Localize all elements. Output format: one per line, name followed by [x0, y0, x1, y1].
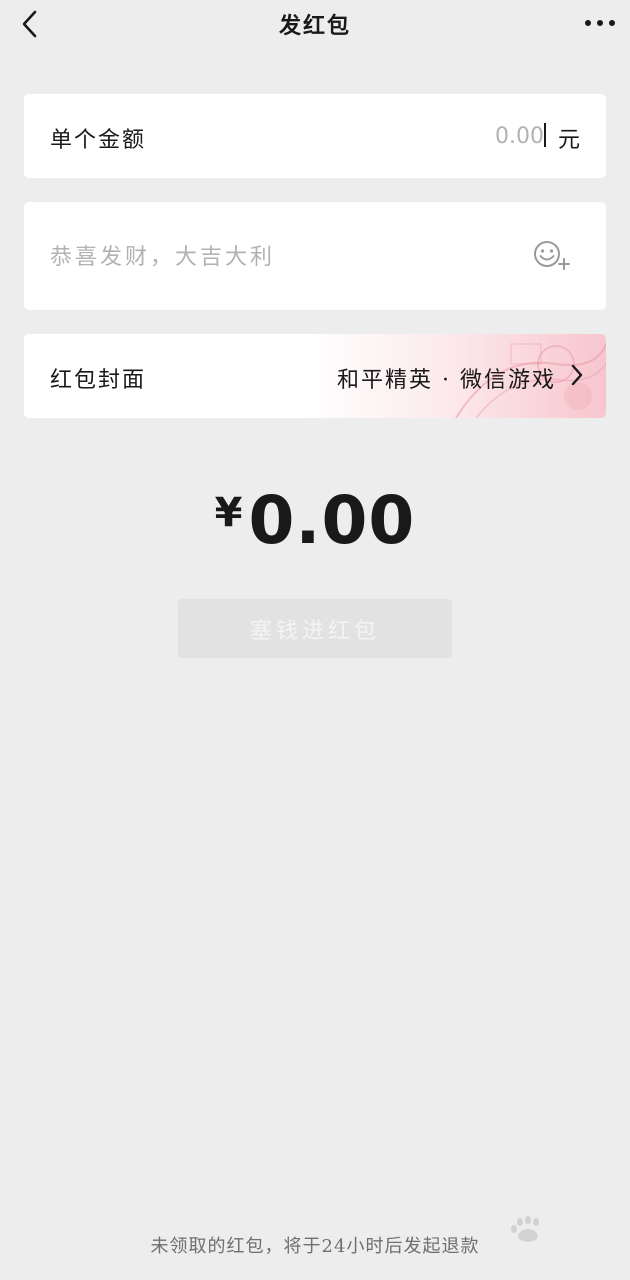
amount-input[interactable]: [424, 120, 544, 152]
page-title: 发红包: [278, 13, 351, 39]
greeting-card: [24, 202, 606, 310]
amount-card: 单个金额 元: [24, 94, 606, 178]
baidu-jingyan-watermark: [498, 1212, 608, 1252]
send-red-packet-button[interactable]: 塞钱进红包: [178, 599, 452, 658]
emoji-add-icon[interactable]: [532, 239, 572, 273]
top-bar: 发红包: [0, 0, 630, 52]
cover-value: 和平精英 · 微信游戏: [337, 368, 556, 393]
amount-label: 单个金额: [50, 128, 147, 153]
cover-card[interactable]: 红包封面 和平精英 · 微信游戏: [24, 334, 606, 418]
chevron-right-icon: [571, 364, 583, 386]
amount-unit: 元: [557, 128, 580, 153]
more-horizontal-icon: [585, 20, 615, 26]
total-amount: ¥0.00: [0, 482, 630, 559]
greeting-input[interactable]: [50, 240, 490, 274]
text-cursor: [544, 123, 546, 147]
more-button[interactable]: [580, 8, 620, 38]
cover-label: 红包封面: [50, 368, 147, 393]
currency-symbol: ¥: [214, 490, 243, 536]
total-value: 0.00: [248, 482, 416, 559]
